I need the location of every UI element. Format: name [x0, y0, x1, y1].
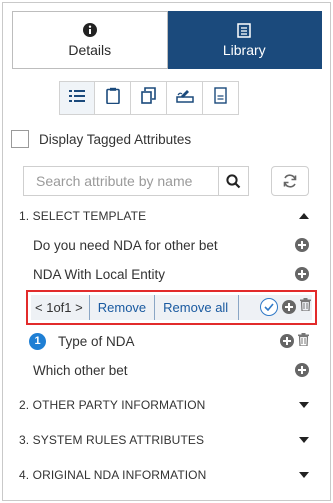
section-system-rules-attributes[interactable]: 3. SYSTEM RULES ATTRIBUTES [19, 430, 309, 450]
section-title: 1. SELECT TEMPLATE [19, 209, 147, 223]
attribute-label: NDA With Local Entity [33, 266, 166, 282]
add-icon[interactable] [295, 363, 309, 377]
add-icon[interactable] [295, 267, 309, 281]
display-tagged-checkbox[interactable] [11, 130, 29, 148]
list-view-icon [69, 89, 85, 108]
expand-caret-icon[interactable] [299, 402, 309, 408]
search-box [23, 166, 249, 196]
tab-details[interactable]: Details [12, 11, 168, 69]
document-button[interactable] [203, 81, 239, 115]
attribute-item[interactable]: 1 Type of NDA [29, 330, 309, 352]
clipboard-icon [105, 87, 120, 109]
tab-library[interactable]: Library [167, 11, 322, 69]
tab-details-label: Details [68, 42, 112, 58]
attribute-library-panel: Details Library Display Tagged Attribute… [2, 2, 331, 501]
remove-button[interactable]: Remove [90, 300, 154, 315]
attribute-item[interactable]: Do you need NDA for other bet [33, 234, 309, 256]
expand-caret-icon[interactable] [299, 472, 309, 478]
count-badge: 1 [29, 332, 46, 350]
trash-icon[interactable] [298, 333, 309, 349]
attribute-label: Which other bet [33, 362, 128, 378]
add-icon[interactable] [295, 238, 309, 252]
document-icon [214, 87, 227, 109]
refresh-button[interactable] [271, 166, 309, 196]
expand-caret-icon[interactable] [299, 437, 309, 443]
sign-icon [175, 88, 194, 108]
library-icon [237, 22, 251, 38]
tab-library-label: Library [222, 42, 266, 58]
match-actions [260, 298, 311, 316]
sign-button[interactable] [167, 81, 203, 115]
info-icon [82, 22, 97, 38]
match-counter: 1of1 [46, 300, 72, 315]
copy-icon [141, 87, 156, 109]
tab-bar: Details Library [12, 11, 322, 69]
copy-button[interactable] [131, 81, 167, 115]
search-input[interactable] [24, 167, 218, 195]
match-pager: < 1of1 > [31, 300, 89, 315]
display-tagged-label: Display Tagged Attributes [39, 131, 192, 147]
clipboard-button[interactable] [95, 81, 131, 115]
search-button[interactable] [218, 166, 248, 196]
display-tagged-row: Display Tagged Attributes [11, 130, 191, 148]
view-toolbar [59, 81, 239, 115]
list-view-button[interactable] [59, 81, 95, 115]
add-icon[interactable] [280, 334, 294, 348]
next-match-button[interactable]: > [75, 300, 83, 315]
confirm-check-icon[interactable] [260, 298, 278, 316]
section-other-party-information[interactable]: 2. OTHER PARTY INFORMATION [19, 395, 309, 415]
collapse-caret-icon[interactable] [299, 213, 309, 219]
attribute-item[interactable]: Which other bet [33, 359, 309, 381]
section-title: 2. OTHER PARTY INFORMATION [19, 398, 206, 412]
section-original-nda-information[interactable]: 4. ORIGINAL NDA INFORMATION [19, 465, 309, 485]
section-title: 4. ORIGINAL NDA INFORMATION [19, 468, 207, 482]
attribute-label: Type of NDA [58, 333, 135, 349]
prev-match-button[interactable]: < [35, 300, 43, 315]
search-icon [226, 173, 241, 188]
remove-all-button[interactable]: Remove all [155, 300, 236, 315]
divider [238, 295, 240, 320]
add-icon[interactable] [282, 300, 296, 314]
section-select-template[interactable]: 1. SELECT TEMPLATE [19, 206, 309, 226]
attribute-label: Do you need NDA for other bet [33, 237, 218, 253]
attribute-item[interactable]: NDA With Local Entity [33, 263, 309, 285]
refresh-icon [283, 174, 297, 188]
section-title: 3. SYSTEM RULES ATTRIBUTES [19, 433, 205, 447]
match-navigation-bar: < 1of1 > Remove Remove all [26, 290, 317, 325]
trash-icon[interactable] [300, 298, 311, 316]
